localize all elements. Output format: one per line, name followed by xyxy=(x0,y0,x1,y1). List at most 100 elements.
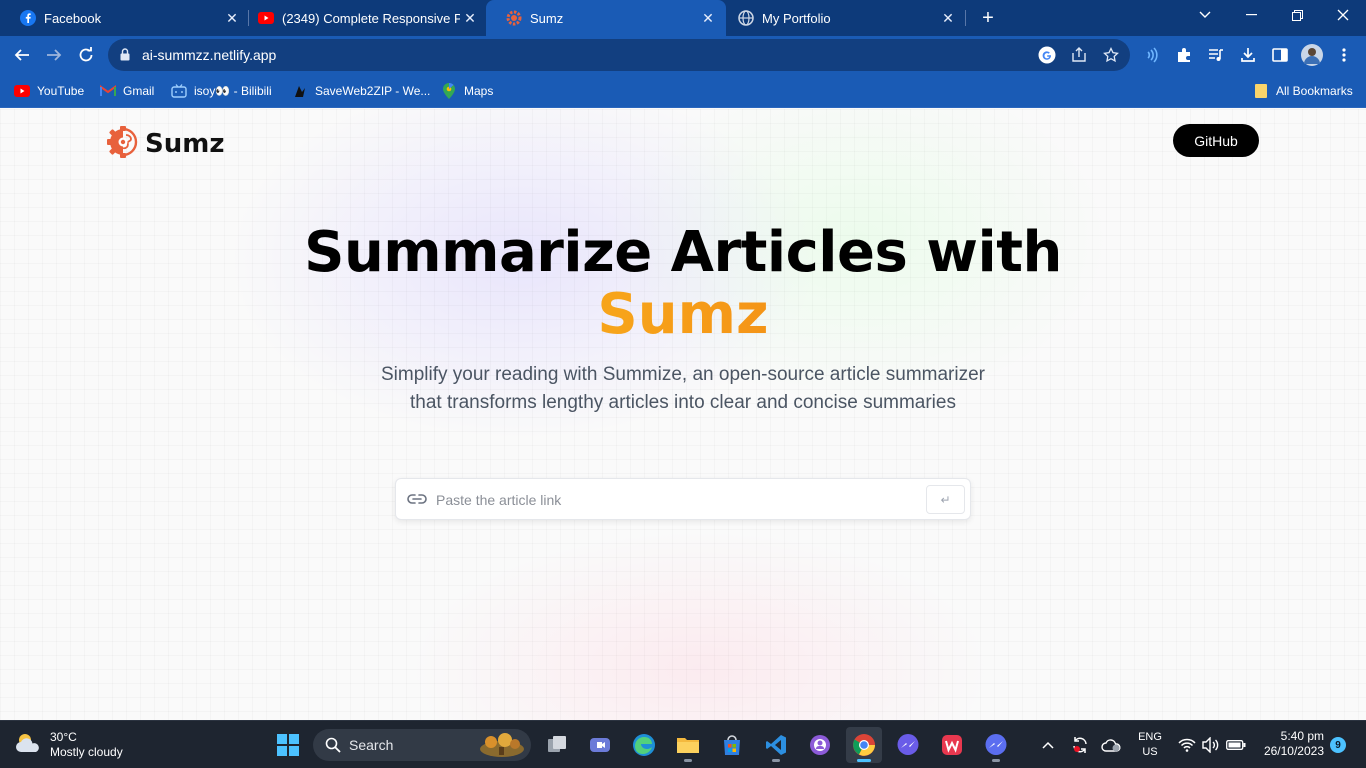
read-aloud-icon[interactable] xyxy=(1142,45,1162,65)
tab-portfolio[interactable]: My Portfolio ✕ xyxy=(718,0,966,36)
bookmark-youtube[interactable]: YouTube xyxy=(14,82,84,100)
back-button[interactable] xyxy=(8,41,36,69)
taskbar-search-label: Search xyxy=(349,737,394,753)
taskbar-app-edge[interactable] xyxy=(626,727,662,763)
wps-office-icon xyxy=(942,735,962,755)
bookmark-saveweb2zip[interactable]: SaveWeb2ZIP - We... xyxy=(292,82,430,100)
logo[interactable]: Sumz xyxy=(107,125,225,161)
sync-icon[interactable] xyxy=(1070,735,1090,755)
hero-description: Simplify your reading with Summize, an o… xyxy=(333,361,1033,417)
tab-youtube[interactable]: (2349) Complete Responsive Per ✕ xyxy=(238,0,488,36)
minimize-button[interactable] xyxy=(1228,0,1274,30)
bookmark-label: isoy👀 - Bilibili xyxy=(194,84,272,98)
notification-badge[interactable]: 9 xyxy=(1330,737,1346,753)
address-bar[interactable]: ai-summzz.netlify.app xyxy=(108,39,1130,71)
bookmark-label: Maps xyxy=(464,84,494,98)
new-tab-button[interactable]: + xyxy=(976,6,1000,30)
system-clock[interactable]: 5:40 pm 26/10/2023 xyxy=(1254,729,1324,759)
url-text[interactable]: ai-summzz.netlify.app xyxy=(142,47,276,63)
windows-start-icon xyxy=(277,734,299,756)
wifi-icon[interactable] xyxy=(1177,735,1197,755)
region-code: US xyxy=(1142,746,1158,758)
lock-icon[interactable] xyxy=(120,48,130,66)
extensions-icon[interactable] xyxy=(1174,45,1194,65)
close-window-button[interactable] xyxy=(1320,0,1366,30)
language-code: ENG xyxy=(1138,731,1162,743)
tab-sumz[interactable]: Sumz ✕ xyxy=(486,0,726,36)
download-icon[interactable] xyxy=(1238,45,1258,65)
bookmark-label: All Bookmarks xyxy=(1276,84,1353,98)
tab-facebook[interactable]: Facebook ✕ xyxy=(0,0,250,36)
messenger-icon xyxy=(897,734,919,755)
restore-button[interactable] xyxy=(1274,0,1320,30)
video-call-icon xyxy=(590,738,610,752)
chevron-down-icon xyxy=(1199,11,1211,18)
tab-title: (2349) Complete Responsive Per xyxy=(282,10,460,26)
article-link-form: ↵ xyxy=(395,478,971,520)
reload-icon xyxy=(79,47,93,62)
chevron-up-icon[interactable] xyxy=(1038,735,1058,755)
close-icon[interactable]: ✕ xyxy=(698,8,718,28)
gmail-icon xyxy=(100,83,116,99)
taskbar-app-meet[interactable] xyxy=(582,727,618,763)
taskbar-app-github-desktop[interactable] xyxy=(802,727,838,763)
media-control-icon[interactable] xyxy=(1206,45,1226,65)
kebab-menu-icon[interactable] xyxy=(1334,45,1354,65)
volume-icon[interactable] xyxy=(1201,735,1221,755)
bookmark-maps[interactable]: Maps xyxy=(441,82,493,100)
taskbar-app-chrome[interactable] xyxy=(846,727,882,763)
star-icon[interactable] xyxy=(1102,46,1120,64)
taskbar-search[interactable]: Search xyxy=(313,729,531,761)
search-icon xyxy=(325,737,341,753)
start-button[interactable] xyxy=(270,727,306,763)
bookmark-gmail[interactable]: Gmail xyxy=(100,82,154,100)
youtube-icon xyxy=(14,83,30,99)
battery-icon[interactable] xyxy=(1226,735,1246,755)
taskbar-app-wps[interactable] xyxy=(934,727,970,763)
all-bookmarks-folder[interactable]: All Bookmarks xyxy=(1253,82,1353,100)
reload-button[interactable] xyxy=(72,41,100,69)
globe-icon xyxy=(738,10,754,26)
brand-name: Sumz xyxy=(145,129,225,159)
input-language[interactable]: ENG US xyxy=(1137,730,1163,760)
bookmark-bilibili[interactable]: isoy👀 - Bilibili xyxy=(171,82,272,100)
close-icon[interactable]: ✕ xyxy=(938,8,958,28)
forward-button[interactable] xyxy=(40,41,68,69)
onedrive-icon[interactable] xyxy=(1101,735,1121,755)
submit-button[interactable]: ↵ xyxy=(926,485,965,514)
article-link-input[interactable] xyxy=(436,488,916,512)
cloudy-weather-icon xyxy=(14,731,42,760)
profile-avatar[interactable] xyxy=(1300,43,1324,67)
edge-icon xyxy=(633,734,655,756)
weather-widget[interactable]: 30°C Mostly cloudy xyxy=(14,727,123,763)
store-icon xyxy=(724,735,740,755)
sumz-brain-gear-icon xyxy=(506,10,522,26)
share-icon[interactable] xyxy=(1070,46,1088,64)
github-button[interactable]: GitHub xyxy=(1173,124,1259,157)
side-panel-icon[interactable] xyxy=(1270,45,1290,65)
folder-icon xyxy=(1253,83,1269,99)
hero-title: Summarize Articles with xyxy=(304,220,1062,285)
hero-accent-text: Sumz xyxy=(0,283,1366,347)
task-view-button[interactable] xyxy=(539,727,575,763)
saveweb2zip-icon xyxy=(292,83,308,99)
taskbar-app-store[interactable] xyxy=(714,727,750,763)
messenger-icon xyxy=(985,734,1007,755)
tab-title: Facebook xyxy=(44,10,102,26)
taskbar-app-messenger[interactable] xyxy=(890,727,926,763)
bookmark-label: Gmail xyxy=(123,84,155,98)
bilibili-icon xyxy=(171,83,187,99)
search-highlight-image xyxy=(477,731,527,759)
vscode-icon xyxy=(766,735,786,755)
close-icon[interactable]: ✕ xyxy=(460,8,480,28)
weather-description: Mostly cloudy xyxy=(50,745,123,759)
taskbar-app-vscode[interactable] xyxy=(758,727,794,763)
folder-icon xyxy=(677,738,699,753)
tab-search-button[interactable] xyxy=(1182,0,1228,30)
github-icon xyxy=(810,735,830,755)
taskbar-app-file-explorer[interactable] xyxy=(670,727,706,763)
google-lens-icon[interactable] xyxy=(1038,46,1056,64)
tab-title: Sumz xyxy=(530,10,564,26)
taskbar-app-messenger-2[interactable] xyxy=(978,727,1014,763)
maps-icon xyxy=(441,83,457,99)
